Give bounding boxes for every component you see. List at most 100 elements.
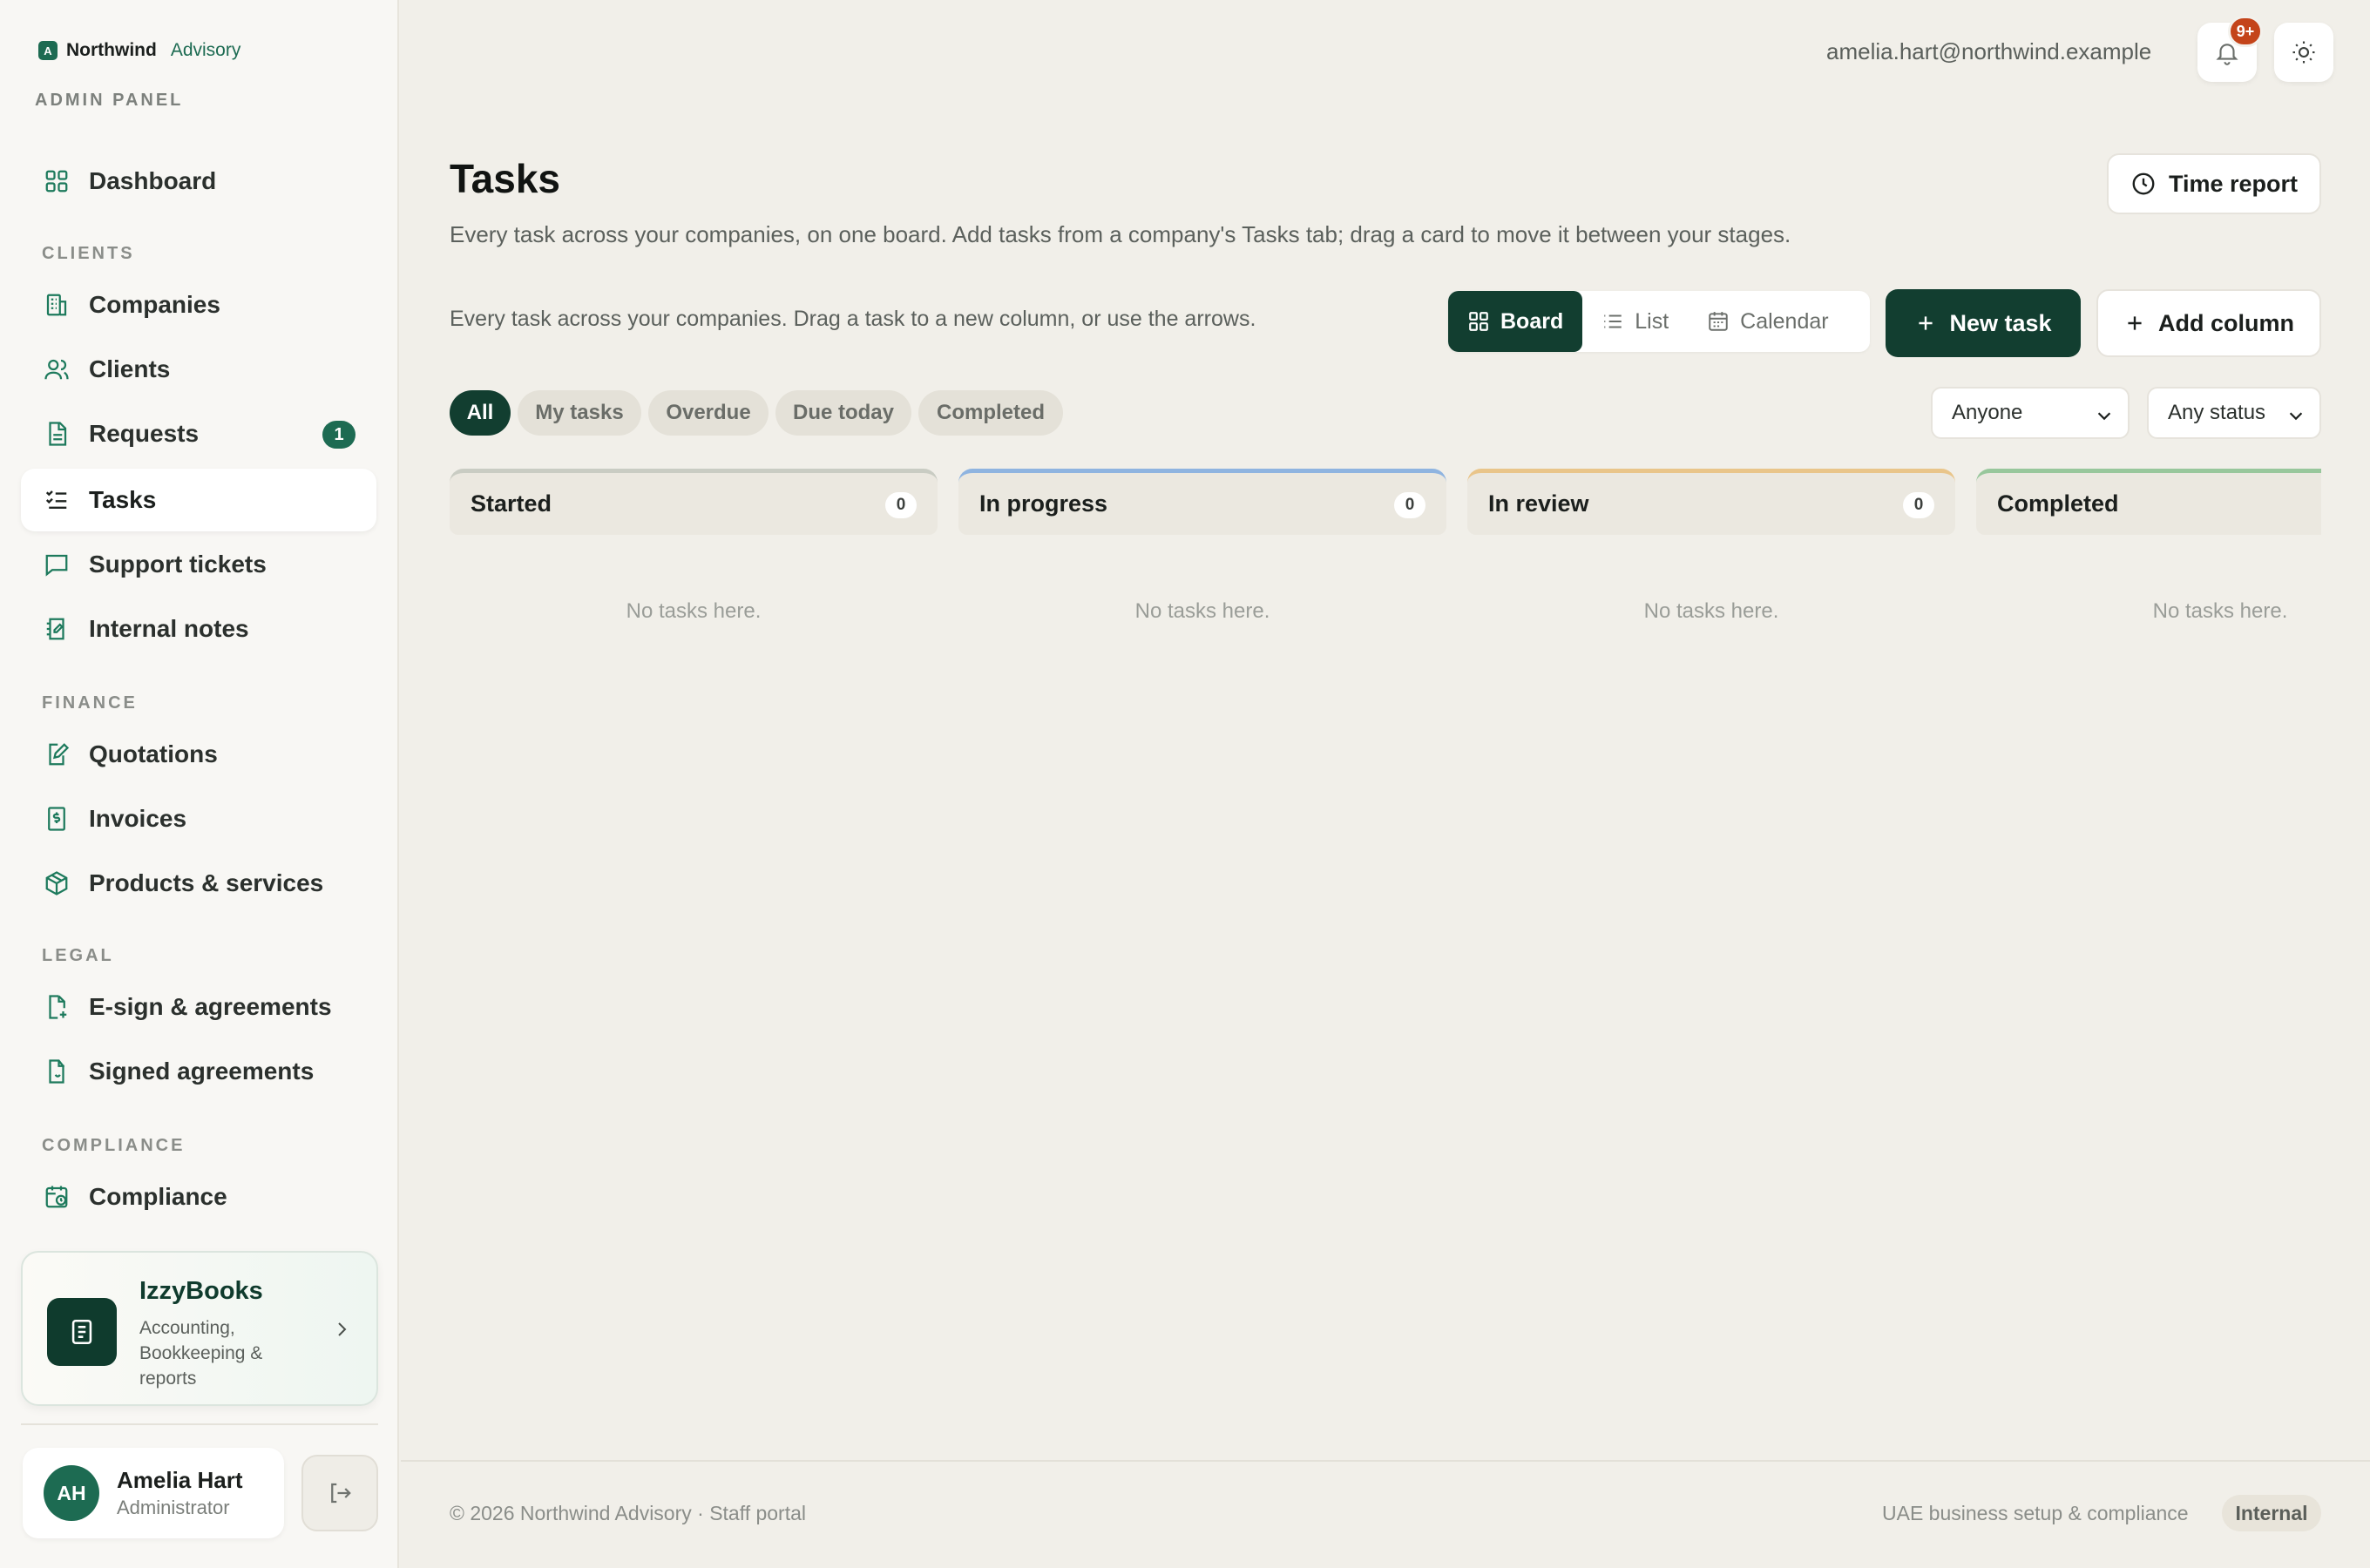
column-header[interactable]: In progress 0 bbox=[958, 469, 1446, 535]
invoice-icon bbox=[42, 804, 71, 834]
grid-icon bbox=[42, 166, 71, 196]
plus-icon bbox=[1914, 312, 1937, 335]
document-icon bbox=[42, 419, 71, 449]
footer-copyright: © 2026 Northwind Advisory · Staff portal bbox=[450, 1502, 807, 1524]
chevron-right-icon bbox=[331, 1319, 352, 1344]
sidebar-item-support-tickets[interactable]: Support tickets bbox=[21, 533, 376, 596]
sidebar-item-label: E-sign & agreements bbox=[89, 993, 332, 1020]
filter-chip-overdue[interactable]: Overdue bbox=[648, 390, 769, 436]
page-title: Tasks bbox=[450, 156, 561, 201]
column-header[interactable]: Started 0 bbox=[450, 469, 938, 535]
sidebar-item-label: Products & services bbox=[89, 869, 324, 896]
sidebar-item-label: Signed agreements bbox=[89, 1058, 315, 1085]
filter-chip-due-today[interactable]: Due today bbox=[775, 390, 911, 436]
sidebar-item-esign[interactable]: E-sign & agreements bbox=[21, 976, 376, 1038]
edit-document-icon bbox=[42, 740, 71, 769]
column-title: Completed bbox=[1997, 490, 2119, 517]
view-board-tab[interactable]: Board bbox=[1448, 291, 1583, 352]
status-select-value: Any status bbox=[2168, 401, 2266, 424]
clock-icon bbox=[2130, 171, 2157, 197]
calendar-icon bbox=[1707, 310, 1730, 333]
logout-icon bbox=[327, 1480, 353, 1506]
column-empty-state: No tasks here. bbox=[2152, 599, 2288, 623]
new-task-button[interactable]: New task bbox=[1886, 289, 2081, 357]
column-count-badge: 0 bbox=[1394, 492, 1425, 518]
plus-icon bbox=[2123, 312, 2146, 335]
column-empty-state: No tasks here. bbox=[1134, 599, 1270, 623]
user-name: Amelia Hart bbox=[117, 1467, 243, 1493]
assignee-select[interactable]: Anyone bbox=[1931, 387, 2130, 439]
checklist-icon bbox=[42, 485, 71, 515]
sidebar-item-internal-notes[interactable]: Internal notes bbox=[21, 598, 376, 660]
column-empty-state: No tasks here. bbox=[626, 599, 762, 623]
sidebar-item-clients[interactable]: Clients bbox=[21, 338, 376, 401]
section-label-finance: FINANCE bbox=[42, 693, 138, 713]
sidebar-item-companies[interactable]: Companies bbox=[21, 274, 376, 336]
add-column-label: Add column bbox=[2158, 309, 2294, 336]
status-select[interactable]: Any status bbox=[2147, 387, 2321, 439]
promo-description: Accounting, Bookkeeping & reports bbox=[139, 1318, 263, 1389]
sidebar-item-label: Clients bbox=[89, 355, 171, 382]
board-column-in-review: In review 0 No tasks here. bbox=[1467, 469, 1955, 623]
add-column-button[interactable]: Add column bbox=[2096, 289, 2321, 357]
section-label-compliance: COMPLIANCE bbox=[42, 1136, 186, 1155]
izzybooks-promo-card[interactable]: IzzyBooks Accounting, Bookkeeping & repo… bbox=[21, 1251, 378, 1406]
sidebar-item-label: Dashboard bbox=[89, 167, 217, 194]
sidebar-item-label: Invoices bbox=[89, 805, 187, 832]
sidebar-item-label: Quotations bbox=[89, 740, 218, 767]
filter-chip-completed[interactable]: Completed bbox=[918, 390, 1063, 436]
grid-icon bbox=[1467, 310, 1490, 333]
user-profile-card[interactable]: AH Amelia Hart Administrator bbox=[23, 1448, 284, 1538]
column-title: Started bbox=[471, 490, 552, 517]
sidebar-item-label: Support tickets bbox=[89, 551, 267, 578]
filter-chip-all[interactable]: All bbox=[450, 390, 511, 436]
package-icon bbox=[42, 868, 71, 898]
view-list-tab[interactable]: List bbox=[1582, 291, 1688, 352]
view-list-label: List bbox=[1635, 308, 1669, 334]
filter-chip-my-tasks[interactable]: My tasks bbox=[518, 390, 641, 436]
column-title: In review bbox=[1488, 490, 1589, 517]
section-label-legal: LEGAL bbox=[42, 946, 114, 965]
board-column-in-progress: In progress 0 No tasks here. bbox=[958, 469, 1446, 623]
brand-suffix: Advisory bbox=[170, 40, 241, 60]
requests-count-badge: 1 bbox=[322, 421, 356, 449]
sidebar-item-compliance[interactable]: Compliance bbox=[21, 1166, 376, 1228]
view-board-label: Board bbox=[1500, 308, 1564, 334]
new-task-label: New task bbox=[1949, 309, 2052, 336]
footer-tagline: UAE business setup & compliance bbox=[1882, 1502, 2189, 1524]
footer-internal-badge: Internal bbox=[2222, 1495, 2321, 1531]
sidebar-item-requests[interactable]: Requests 1 bbox=[21, 402, 376, 465]
building-icon bbox=[42, 290, 71, 320]
logout-button[interactable] bbox=[301, 1455, 378, 1531]
column-header[interactable]: Completed bbox=[1976, 469, 2321, 535]
sidebar-item-label: Companies bbox=[89, 291, 220, 318]
theme-toggle-button[interactable] bbox=[2274, 23, 2333, 82]
sidebar-item-tasks[interactable]: Tasks bbox=[21, 469, 376, 531]
sidebar: A Northwind Advisory ADMIN PANEL Dashboa… bbox=[0, 0, 399, 1568]
sidebar-item-signed-agreements[interactable]: Signed agreements bbox=[21, 1040, 376, 1103]
sidebar-divider bbox=[21, 1423, 378, 1425]
users-icon bbox=[42, 355, 71, 384]
book-icon bbox=[47, 1298, 117, 1366]
brand[interactable]: A Northwind Advisory bbox=[38, 40, 240, 61]
sidebar-item-label: Compliance bbox=[89, 1183, 227, 1210]
chat-icon bbox=[42, 550, 71, 579]
sidebar-item-label: Tasks bbox=[89, 486, 157, 513]
sidebar-item-dashboard[interactable]: Dashboard bbox=[21, 150, 376, 213]
brand-name: Northwind bbox=[66, 40, 157, 60]
sidebar-item-invoices[interactable]: Invoices bbox=[21, 787, 376, 850]
view-calendar-tab[interactable]: Calendar bbox=[1688, 291, 1847, 352]
footer-divider bbox=[401, 1460, 2370, 1462]
sun-icon bbox=[2291, 39, 2317, 65]
time-report-button[interactable]: Time report bbox=[2107, 153, 2321, 214]
column-empty-state: No tasks here. bbox=[1643, 599, 1779, 623]
user-role: Administrator bbox=[117, 1497, 230, 1518]
section-label-clients: CLIENTS bbox=[42, 244, 135, 263]
sidebar-item-label: Internal notes bbox=[89, 615, 249, 642]
chevron-down-icon bbox=[2095, 406, 2114, 431]
sidebar-item-quotations[interactable]: Quotations bbox=[21, 723, 376, 786]
chevron-down-icon bbox=[2286, 406, 2306, 431]
view-calendar-label: Calendar bbox=[1740, 308, 1829, 334]
column-header[interactable]: In review 0 bbox=[1467, 469, 1955, 535]
sidebar-item-products-services[interactable]: Products & services bbox=[21, 852, 376, 915]
